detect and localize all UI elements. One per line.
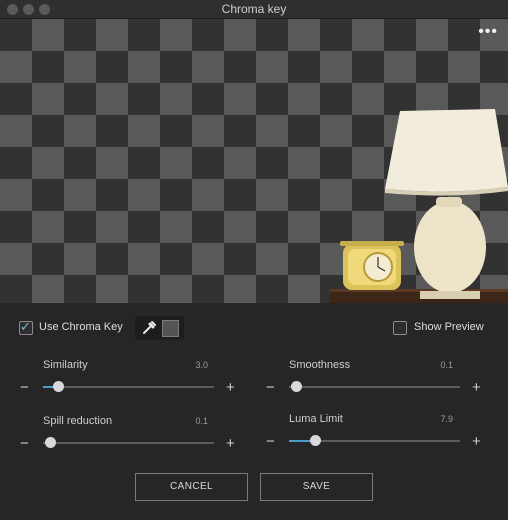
cancel-button[interactable]: CANCEL bbox=[135, 473, 248, 501]
smoothness-decrease-button[interactable]: − bbox=[266, 380, 275, 395]
similarity-value: 3.0 bbox=[195, 360, 208, 370]
similarity-increase-button[interactable]: + bbox=[226, 380, 235, 395]
use-chroma-key-label: Use Chroma Key bbox=[39, 321, 123, 333]
save-button[interactable]: SAVE bbox=[260, 473, 373, 501]
spill-reduction-increase-button[interactable]: + bbox=[226, 436, 235, 451]
chroma-key-window: Chroma key ••• ✓ Use Chroma Key Show Pre… bbox=[0, 0, 508, 520]
spill-reduction-value: 0.1 bbox=[195, 416, 208, 426]
luma-limit-slider-thumb[interactable] bbox=[309, 435, 321, 446]
settings-panel: ✓ Use Chroma Key Show Preview Similarity… bbox=[0, 303, 508, 520]
clock-object bbox=[340, 241, 404, 290]
checkmark-icon: ✓ bbox=[20, 319, 31, 334]
similarity-slider-thumb[interactable] bbox=[53, 381, 65, 392]
more-options-icon[interactable]: ••• bbox=[478, 23, 498, 41]
preview-scene-image bbox=[330, 109, 508, 303]
preview-area: ••• bbox=[0, 19, 508, 303]
smoothness-slider[interactable] bbox=[289, 381, 460, 392]
luma-limit-increase-button[interactable]: + bbox=[472, 434, 481, 449]
similarity-slider[interactable] bbox=[43, 381, 214, 392]
luma-limit-label: Luma Limit bbox=[289, 413, 343, 425]
smoothness-value: 0.1 bbox=[440, 360, 453, 370]
lamp-object bbox=[385, 109, 508, 299]
show-preview-checkbox[interactable] bbox=[393, 321, 407, 335]
smoothness-slider-thumb[interactable] bbox=[290, 381, 302, 392]
luma-limit-value: 7.9 bbox=[440, 414, 453, 424]
title-bar[interactable]: Chroma key bbox=[0, 0, 508, 19]
use-chroma-key-checkbox[interactable]: ✓ bbox=[19, 319, 33, 335]
key-color-picker bbox=[135, 316, 184, 340]
smoothness-increase-button[interactable]: + bbox=[472, 380, 481, 395]
similarity-label: Similarity bbox=[43, 359, 88, 371]
luma-limit-slider[interactable] bbox=[289, 435, 460, 446]
spill-reduction-slider[interactable] bbox=[43, 437, 214, 448]
key-color-swatch[interactable] bbox=[162, 320, 179, 337]
smoothness-label: Smoothness bbox=[289, 359, 351, 371]
spill-reduction-slider-thumb[interactable] bbox=[44, 437, 56, 448]
show-preview-label: Show Preview bbox=[414, 321, 484, 333]
spill-reduction-label: Spill reduction bbox=[43, 415, 113, 427]
similarity-decrease-button[interactable]: − bbox=[20, 380, 29, 395]
spill-reduction-decrease-button[interactable]: − bbox=[20, 436, 29, 451]
window-title: Chroma key bbox=[221, 2, 287, 16]
eyedropper-icon[interactable] bbox=[142, 321, 156, 335]
luma-limit-decrease-button[interactable]: − bbox=[266, 434, 275, 449]
